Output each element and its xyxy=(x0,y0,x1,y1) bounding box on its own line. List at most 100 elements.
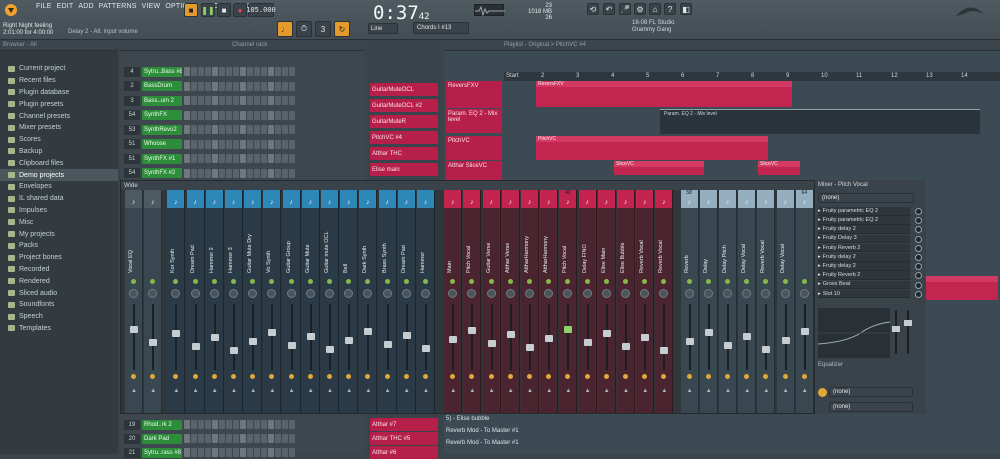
step-pad[interactable] xyxy=(205,67,211,76)
track-enable-led[interactable] xyxy=(192,279,198,284)
pattern-item[interactable]: GuitarMuteOCL #2 xyxy=(370,99,438,112)
mixer-track-name[interactable]: AttharHarmony xyxy=(543,225,555,273)
pan-knob[interactable] xyxy=(382,289,392,298)
channel-name-button[interactable]: SynthFX #2 xyxy=(142,168,182,178)
volume-fader-cap[interactable] xyxy=(583,339,592,346)
step-pad[interactable] xyxy=(261,434,267,443)
step-pad[interactable] xyxy=(219,125,225,134)
pan-knob[interactable] xyxy=(148,289,158,298)
channel-mixer-track[interactable]: 19 xyxy=(124,419,140,430)
step-pad[interactable] xyxy=(212,448,218,457)
pan-knob[interactable] xyxy=(563,289,573,298)
route-arrow-icon[interactable]: ▲ xyxy=(250,388,256,394)
step-sequencer[interactable] xyxy=(184,96,295,105)
browser-item[interactable]: Templates xyxy=(0,323,118,335)
step-pad[interactable] xyxy=(247,96,253,105)
route-arrow-icon[interactable]: ▲ xyxy=(546,388,552,394)
channel-row[interactable]: 51 Whoose xyxy=(124,138,362,151)
step-pad[interactable] xyxy=(205,448,211,457)
mixer-track-name[interactable]: Delay Vocal xyxy=(741,225,753,273)
browser-item[interactable]: Current project xyxy=(0,63,118,75)
mixer-track-name[interactable]: Main xyxy=(447,225,459,273)
step-pad[interactable] xyxy=(233,168,239,178)
track-enable-led[interactable] xyxy=(288,279,294,284)
midi-icon[interactable]: ⚙ xyxy=(634,3,646,15)
pattern-item[interactable]: Elise main xyxy=(370,163,438,176)
fx-panel-title[interactable]: Mixer - Pitch Vocal xyxy=(815,180,926,189)
step-pad[interactable] xyxy=(205,139,211,149)
audio-clip[interactable]: PitchVC xyxy=(536,136,768,160)
track-enable-led[interactable] xyxy=(384,279,390,284)
step-pad[interactable] xyxy=(261,110,267,120)
web-icon[interactable]: ⌂ xyxy=(649,3,661,15)
mixer-strip[interactable]: ♪ Delay Vocal ▲ xyxy=(738,190,757,413)
volume-fader-track[interactable] xyxy=(175,304,178,370)
mixer-track-name[interactable]: Guitar Group xyxy=(286,225,298,273)
route-arrow-icon[interactable]: ▲ xyxy=(423,388,429,394)
track-enable-led[interactable] xyxy=(801,279,807,284)
step-pad[interactable] xyxy=(268,139,274,149)
record-button[interactable]: ● xyxy=(233,3,247,17)
browser-item[interactable]: IL shared data xyxy=(0,193,118,205)
channel-name-button[interactable]: Whoose xyxy=(142,139,182,149)
track-enable-led[interactable] xyxy=(450,279,456,284)
mixer-track-name[interactable]: Atthar Verse xyxy=(505,225,517,273)
step-pad[interactable] xyxy=(282,81,288,91)
track-enable-led[interactable] xyxy=(231,279,236,284)
mixer-track-name[interactable]: Guitar Verse xyxy=(486,225,498,273)
volume-fader-track[interactable] xyxy=(425,304,427,370)
mixer-strip[interactable]: ♪ Dark Synth ▲ xyxy=(359,190,378,413)
volume-fader-cap[interactable] xyxy=(130,326,138,333)
stereo-sep-knob[interactable] xyxy=(686,374,692,379)
pan-knob[interactable] xyxy=(780,289,790,298)
step-pad[interactable] xyxy=(198,154,204,163)
step-pad[interactable] xyxy=(275,448,281,457)
step-pad[interactable] xyxy=(205,434,211,443)
step-pad[interactable] xyxy=(233,448,239,457)
mixer-track-name[interactable]: Elise Main xyxy=(601,225,613,273)
track-enable-led[interactable] xyxy=(546,279,552,284)
volume-fader-track[interactable] xyxy=(625,304,627,370)
step-pad[interactable] xyxy=(212,125,218,134)
fx-mix-knob[interactable] xyxy=(915,244,922,252)
step-pad[interactable] xyxy=(282,154,288,163)
mixer-strip[interactable]: ♪ AttharHarmony ▲ xyxy=(540,190,559,413)
volume-fader-cap[interactable] xyxy=(762,346,771,353)
step-pad[interactable] xyxy=(275,434,281,443)
step-pad[interactable] xyxy=(212,67,218,76)
step-pad[interactable] xyxy=(254,168,260,178)
step-pad[interactable] xyxy=(233,139,239,149)
volume-fader-track[interactable] xyxy=(329,304,331,370)
route-arrow-icon[interactable]: ▲ xyxy=(308,388,314,394)
countdown-icon[interactable]: 3 xyxy=(315,21,331,37)
step-pad[interactable] xyxy=(289,168,295,178)
step-pad[interactable] xyxy=(240,81,246,91)
step-pad[interactable] xyxy=(205,125,211,134)
mixer-track-name[interactable]: Delay xyxy=(703,225,715,273)
pan-knob[interactable] xyxy=(171,289,181,298)
step-pad[interactable] xyxy=(212,168,218,178)
step-pad[interactable] xyxy=(247,125,253,134)
loop-record-icon[interactable]: ↻ xyxy=(334,21,350,37)
step-pad[interactable] xyxy=(212,434,218,443)
track-enable-led[interactable] xyxy=(365,279,371,284)
track-enable-led[interactable] xyxy=(403,279,409,284)
volume-fader-track[interactable] xyxy=(688,304,691,370)
volume-fader-cap[interactable] xyxy=(383,341,392,348)
channel-mixer-track[interactable]: 53 xyxy=(124,124,140,135)
step-pad[interactable] xyxy=(226,67,232,76)
mixer-track-name[interactable]: Bell xyxy=(343,225,355,273)
channel-row[interactable]: 54 SynthFX #2 xyxy=(124,167,362,180)
pan-knob[interactable] xyxy=(525,289,534,298)
route-arrow-icon[interactable]: ▲ xyxy=(131,388,137,394)
channel-mixer-track[interactable]: 21 xyxy=(124,447,140,458)
volume-fader-cap[interactable] xyxy=(800,328,809,335)
pattern-item[interactable]: Atthar #7 xyxy=(370,418,438,431)
browser-item[interactable]: Channel presets xyxy=(0,110,118,122)
audio-clip[interactable]: ReversFXV xyxy=(536,81,792,107)
track-enable-led[interactable] xyxy=(488,279,494,284)
volume-fader-cap[interactable] xyxy=(172,330,181,337)
step-pad[interactable] xyxy=(191,168,197,178)
step-pad[interactable] xyxy=(275,96,281,105)
channel-name-button[interactable]: Sytru..Bass #8 xyxy=(142,66,182,77)
